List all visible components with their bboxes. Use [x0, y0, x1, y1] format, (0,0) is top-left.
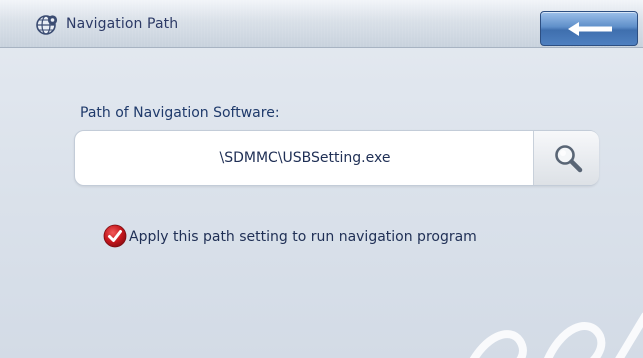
- page-title: Navigation Path: [66, 16, 179, 32]
- title-bar: Navigation Path: [0, 0, 643, 48]
- checkmark-icon[interactable]: [103, 224, 129, 250]
- watermark-graphic: [469, 312, 643, 358]
- back-button[interactable]: [540, 11, 638, 46]
- path-label: Path of Navigation Software:: [80, 105, 280, 121]
- navigation-path-screen: Navigation Path Path of Navigation Softw…: [0, 0, 643, 358]
- path-value: \SDMMC\USBSetting.exe: [219, 150, 391, 166]
- apply-path-label: Apply this path setting to run navigatio…: [129, 229, 477, 245]
- path-field[interactable]: \SDMMC\USBSetting.exe: [74, 130, 599, 186]
- browse-button[interactable]: [533, 131, 599, 185]
- globe-gear-icon: [35, 13, 59, 37]
